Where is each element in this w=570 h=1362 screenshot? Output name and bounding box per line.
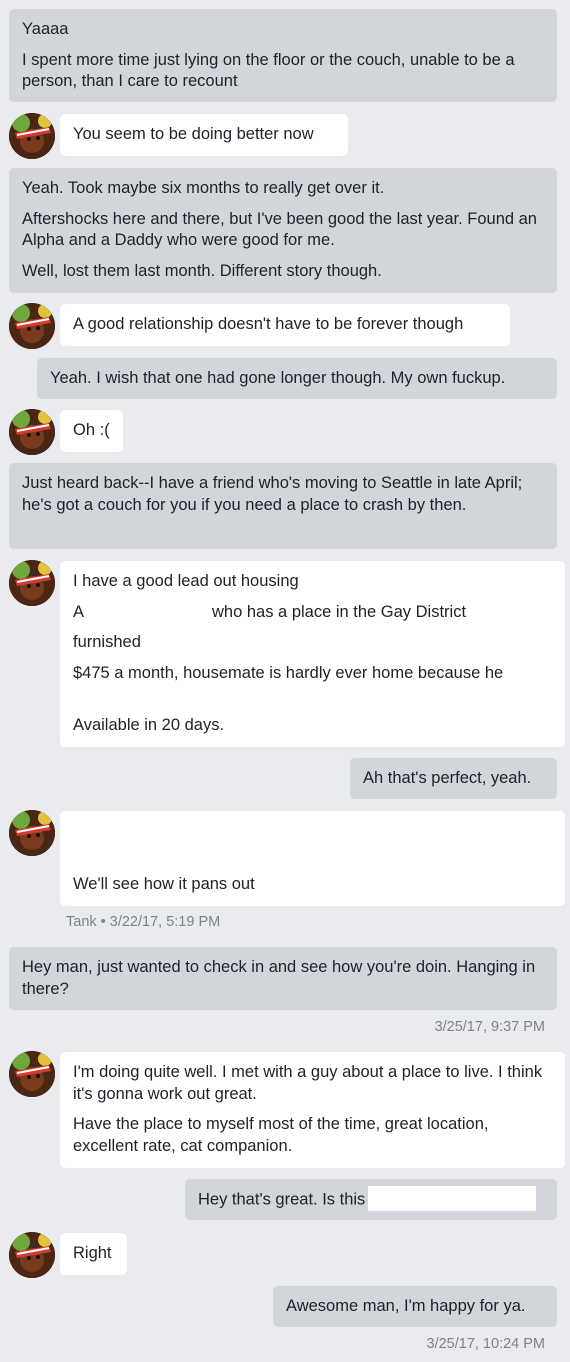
avatar-icon [9,409,55,455]
message-bubble-outgoing: Just heard back--I have a friend who's m… [9,463,557,549]
message-text: I spent more time just lying on the floo… [22,50,515,91]
message-text: Available in 20 days. [73,716,225,734]
message-bubble-incoming: Oh :( [60,410,123,452]
message-text: I have a good lead out housing [73,572,299,590]
message-text: A good relationship doesn't have to be f… [73,315,464,333]
message-text: Yeah. I wish that one had gone longer th… [50,369,506,387]
avatar-icon [9,810,55,856]
message-text: Ah that's perfect, yeah. [363,769,532,787]
message-text: I'm doing quite well. I met with a guy a… [73,1063,543,1103]
message-bubble-incoming: We'll see how it pans out [60,811,565,906]
message-text: Have the place to myself most of the tim… [73,1115,489,1155]
message-text: Right [73,1244,112,1262]
avatar-icon [9,113,55,159]
message-bubble-outgoing: Hey that's great. Is this [185,1179,557,1220]
message-timestamp: Tank • 3/22/17, 5:19 PM [66,914,221,930]
message-bubble-incoming: Right [60,1233,127,1275]
message-text: furnished [73,633,141,651]
avatar-icon [9,303,55,349]
avatar-icon [9,560,55,606]
message-bubble-outgoing: Yaaaa I spent more time just lying on th… [9,9,557,102]
message-text: Yeah. Took maybe six months to really ge… [22,179,385,197]
avatar-icon [9,1051,55,1097]
avatar[interactable] [9,1232,55,1278]
message-bubble-outgoing: Yeah. Took maybe six months to really ge… [9,168,557,293]
message-text: Just heard back--I have a friend who's m… [22,474,523,514]
message-bubble-incoming: I have a good lead out housing Awho has … [60,561,565,747]
message-text: Well, lost them last month. Different st… [22,261,382,280]
avatar[interactable] [9,409,55,455]
message-text: Yaaaa [22,20,69,38]
avatar[interactable] [9,113,55,159]
message-text: Oh :( [73,421,110,439]
message-text: $475 a month, housemate is hardly ever h… [73,663,504,682]
message-text: Aftershocks here and there, but I've bee… [22,209,537,250]
avatar-icon [9,1232,55,1278]
message-text: You seem to be doing better now [73,125,314,143]
message-text: We'll see how it pans out [73,875,255,893]
avatar[interactable] [9,810,55,856]
message-text: Hey that's great. Is this [198,1186,551,1211]
message-text: Awesome man, I'm happy for ya. [286,1297,526,1315]
message-text: Awho has a place in the Gay District [73,602,467,621]
avatar[interactable] [9,303,55,349]
message-bubble-incoming: I'm doing quite well. I met with a guy a… [60,1052,565,1168]
message-text: Hey man, just wanted to check in and see… [22,958,536,998]
message-timestamp: 3/25/17, 9:37 PM [434,1019,545,1035]
message-bubble-outgoing: Awesome man, I'm happy for ya. [273,1286,557,1327]
message-bubble-outgoing: Yeah. I wish that one had gone longer th… [37,358,557,399]
message-bubble-outgoing: Ah that's perfect, yeah. [350,758,557,799]
avatar[interactable] [9,1051,55,1097]
message-bubble-incoming: A good relationship doesn't have to be f… [60,304,510,346]
message-timestamp: 3/25/17, 10:24 PM [426,1336,546,1352]
message-bubble-outgoing: Hey man, just wanted to check in and see… [9,947,557,1010]
redacted-block [368,1186,537,1211]
avatar[interactable] [9,560,55,606]
message-bubble-incoming: You seem to be doing better now [60,114,348,156]
